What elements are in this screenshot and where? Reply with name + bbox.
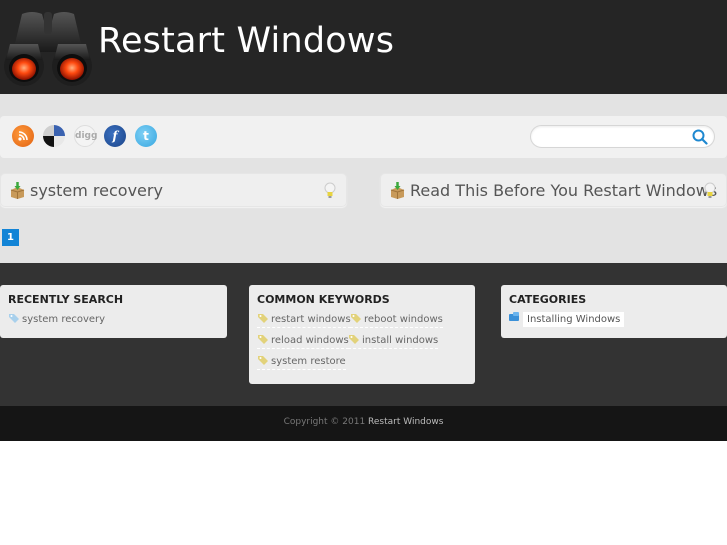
keyword-link[interactable]: system restore [257, 355, 346, 370]
site-header: Restart Windows [0, 0, 727, 94]
post-title[interactable]: system recovery [30, 181, 163, 200]
post-card[interactable]: Read This Before You Restart Windows [380, 173, 727, 207]
digg-glyph: digg [75, 131, 98, 141]
keyword-link[interactable]: install windows [348, 334, 439, 349]
widget-title: RECENTLY SEARCH [8, 293, 124, 306]
category-label: Installing Windows [523, 312, 625, 327]
copyright-brand-link[interactable]: Restart Windows [368, 417, 443, 427]
rss-icon[interactable] [12, 125, 34, 147]
tag-icon [351, 314, 361, 323]
toolbar: digg f t [0, 116, 727, 158]
widget-title: CATEGORIES [509, 293, 587, 306]
post-card[interactable]: system recovery [0, 173, 347, 207]
copyright-prefix: Copyright © 2011 [283, 417, 366, 427]
recently-search-widget: RECENTLY SEARCH system recovery [0, 285, 227, 338]
folder-icon [509, 312, 519, 321]
post-title[interactable]: Read This Before You Restart Windows [410, 181, 717, 200]
site-footer: Copyright © 2011 Restart Windows [0, 406, 727, 441]
copyright-text: Copyright © 2011 Restart Windows [0, 417, 727, 427]
binoculars-icon[interactable] [2, 8, 94, 88]
footer-widgets: RECENTLY SEARCH system recovery COMMON K… [0, 263, 727, 406]
package-icon [390, 182, 405, 199]
keyword-link[interactable]: reboot windows [350, 313, 443, 328]
main-content: digg f t system recovery Read This Befor… [0, 94, 727, 263]
site-title[interactable]: Restart Windows [98, 21, 394, 61]
pagination-page-1[interactable]: 1 [2, 229, 19, 246]
tag-icon [258, 314, 268, 323]
twitter-glyph: t [143, 129, 149, 143]
tag-label: reboot windows [364, 314, 443, 325]
keyword-link[interactable]: restart windows [257, 313, 351, 328]
common-keywords-widget: COMMON KEYWORDS restart windows reboot w… [249, 285, 475, 384]
tag-label: reload windows [271, 335, 349, 346]
tag-label: system recovery [22, 314, 106, 325]
rss-glyph [18, 131, 28, 141]
widget-title: COMMON KEYWORDS [257, 293, 390, 306]
twitter-icon[interactable]: t [135, 125, 157, 147]
categories-widget: CATEGORIES Installing Windows [501, 285, 727, 338]
lightbulb-icon [324, 182, 336, 198]
search-icon[interactable] [692, 129, 708, 145]
delicious-icon[interactable] [43, 125, 65, 147]
tag-label: install windows [362, 335, 439, 346]
tag-icon [9, 314, 19, 323]
tag-icon [258, 335, 268, 344]
tag-label: system restore [271, 356, 346, 367]
lightbulb-icon [704, 182, 716, 198]
tag-icon [349, 335, 359, 344]
keyword-link[interactable]: reload windows [257, 334, 349, 349]
category-link[interactable]: Installing Windows [509, 312, 625, 327]
facebook-glyph: f [112, 129, 118, 143]
package-icon [10, 182, 25, 199]
tag-icon [258, 356, 268, 365]
digg-icon[interactable]: digg [74, 125, 98, 147]
facebook-icon[interactable]: f [104, 125, 126, 147]
search-box [530, 125, 715, 148]
recent-search-link[interactable]: system recovery [8, 313, 105, 327]
search-input[interactable] [541, 129, 691, 145]
tag-label: restart windows [271, 314, 351, 325]
